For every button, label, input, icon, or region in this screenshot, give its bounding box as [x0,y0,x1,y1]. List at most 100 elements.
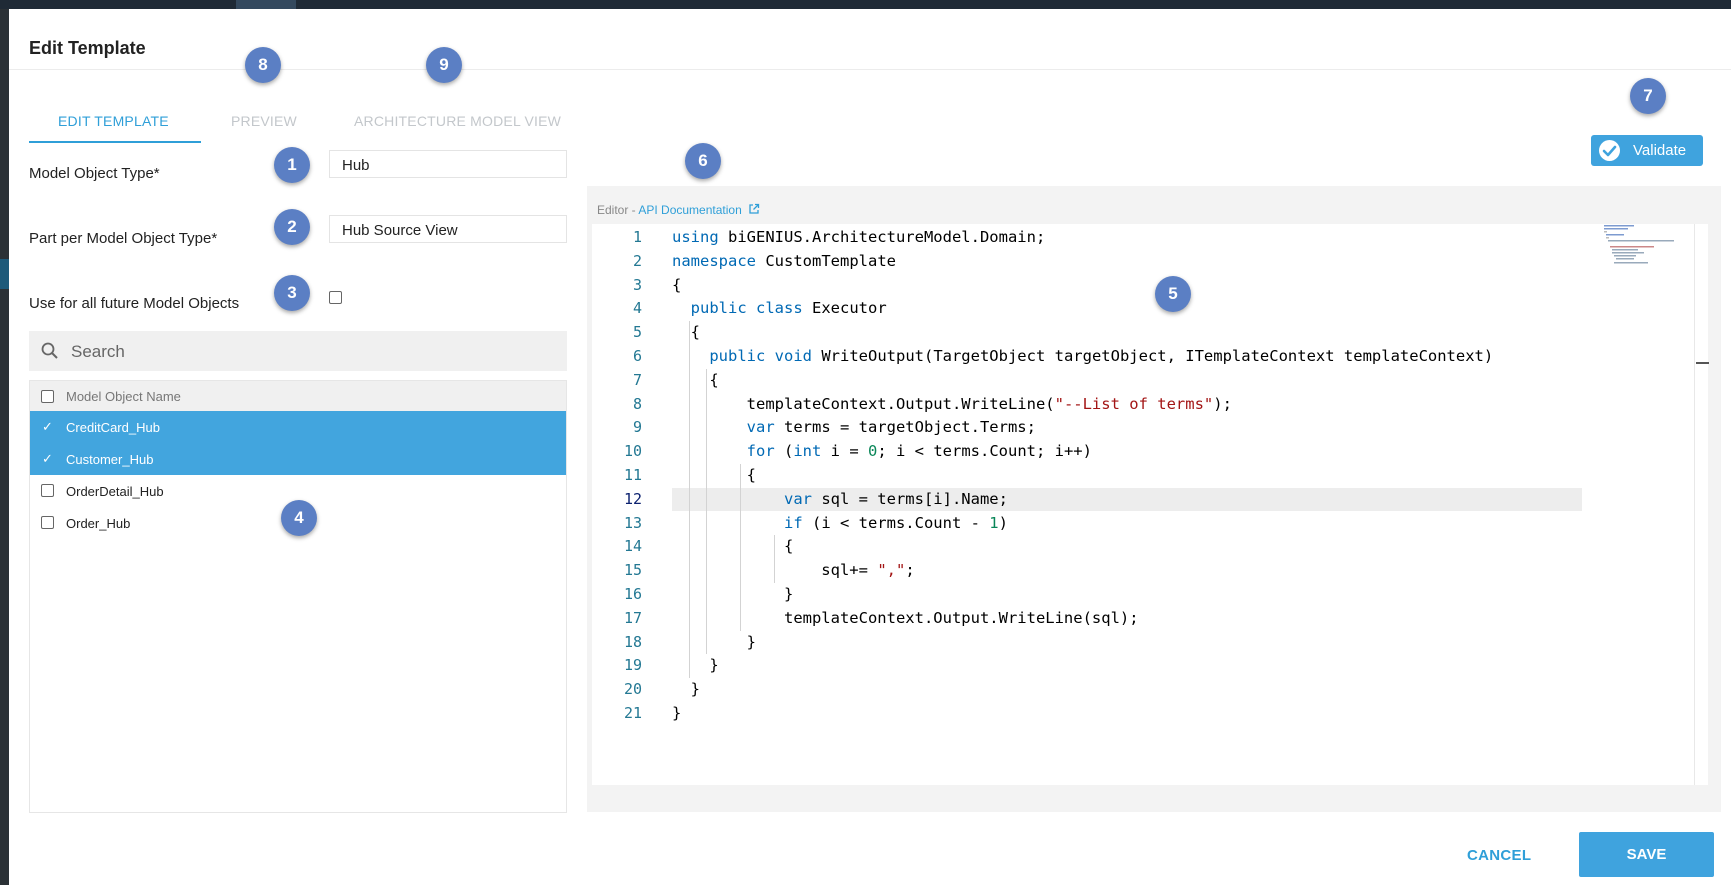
code-line: { [672,370,719,389]
line-number: 9 [632,418,642,437]
model-object-list: Model Object Name ✓ CreditCard_Hub ✓ Cus… [29,380,567,813]
validate-check-icon [1599,140,1620,161]
app-topbar [0,0,1731,9]
line-number: 7 [632,370,642,389]
code-line: public void WriteOutput(TargetObject tar… [709,347,1494,365]
check-icon[interactable]: ✓ [42,451,53,467]
annotation-badge-9: 9 [426,47,462,83]
editor-scrollbar[interactable] [1694,224,1709,785]
indent-guide [774,535,775,583]
indent-guide [706,368,707,655]
code-line: templateContext.Output.WriteLine(sql); [672,608,1139,627]
list-item-checkbox[interactable] [41,484,54,497]
line-number: 12 [623,489,642,508]
dialog-title: Edit Template [29,38,146,58]
line-number: 8 [632,394,642,413]
line-number: 3 [632,275,642,294]
api-documentation-link[interactable]: API Documentation [638,203,741,217]
list-item-creditcard-hub[interactable]: ✓ CreditCard_Hub [30,411,566,443]
line-number: 2 [632,251,642,270]
list-item-label: OrderDetail_Hub [66,484,164,499]
code-editor[interactable]: 1 2 3 4 5 6 7 8 9 10 11 12 13 14 15 16 17 18 19 20 21 [592,224,1709,785]
code-line: sql+= ","; [821,561,915,580]
list-header-label: Model Object Name [66,389,181,404]
code-line: using biGENIUS.ArchitectureModel.Domain; [672,228,1046,246]
code-line: if (i < terms.Count - 1) [783,513,1008,532]
code-line: { [672,323,700,342]
code-line: { [672,275,682,294]
scrollbar-thumb[interactable] [1696,362,1709,364]
code-line: namespace CustomTemplate [672,251,896,270]
code-line: } [672,585,794,603]
line-number: 18 [623,632,642,651]
line-number: 1 [632,228,642,246]
save-button[interactable]: SAVE [1579,832,1714,877]
topbar-active-tab [236,0,296,9]
future-model-objects-label: Use for all future Model Objects [29,295,240,312]
indent-guide [740,464,741,631]
active-tab-indicator [29,141,201,143]
annotation-badge-7: 7 [1630,78,1666,114]
search-icon [41,342,58,359]
code-line: { [672,537,794,556]
list-item-label: Order_Hub [66,516,131,531]
line-number: 10 [623,442,642,461]
validate-label: Validate [1633,142,1687,159]
line-number: 19 [623,656,642,675]
code-line: } [672,656,719,675]
select-all-checkbox[interactable] [41,390,54,403]
line-number: 20 [623,680,642,699]
list-header: Model Object Name [30,381,566,411]
line-number: 21 [623,704,642,722]
cancel-button[interactable]: CANCEL [1467,847,1531,864]
code-line: public class Executor [690,299,887,318]
code-line: for (int i = 0; i < terms.Count; i++) [746,442,1092,461]
line-number-gutter: 1 2 3 4 5 6 7 8 9 10 11 12 13 14 15 16 17 18 19 20 21 [592,224,647,785]
line-number: 4 [632,299,642,318]
code-line: } [672,704,682,722]
line-number: 17 [623,608,642,627]
edit-template-dialog: Edit Template EDIT TEMPLATE PREVIEW ARCH… [9,9,1731,885]
model-object-type-field[interactable]: Hub [329,150,567,178]
tab-edit-template[interactable]: EDIT TEMPLATE [58,113,169,129]
check-icon[interactable]: ✓ [42,419,53,435]
editor-minimap[interactable] [1602,224,1690,268]
code-editor-panel: Editor - API Documentation 1 2 3 4 5 6 7 8 9 10 11… [587,186,1721,812]
annotation-badge-1: 1 [274,147,310,183]
code-line: } [672,680,700,699]
future-model-objects-checkbox[interactable] [329,291,342,304]
model-object-type-label: Model Object Type* [29,165,160,182]
list-item-customer-hub[interactable]: ✓ Customer_Hub [30,443,566,475]
line-number: 14 [623,537,642,556]
backdrop-mark [0,259,9,289]
annotation-badge-3: 3 [274,275,310,311]
external-link-icon[interactable] [748,203,760,215]
validate-button[interactable]: Validate [1591,135,1703,166]
list-item-label: Customer_Hub [66,452,154,467]
annotation-badge-8: 8 [245,47,281,83]
search-input[interactable]: Search [29,331,567,371]
tab-architecture-model-view[interactable]: ARCHITECTURE MODEL VIEW [354,113,561,129]
tab-preview[interactable]: PREVIEW [231,113,297,129]
annotation-badge-4: 4 [281,500,317,536]
list-item-checkbox[interactable] [41,516,54,529]
list-item-label: CreditCard_Hub [66,420,160,435]
code-line: } [672,632,756,651]
line-number: 5 [632,323,642,342]
annotation-badge-6: 6 [685,143,721,179]
code-line: { [672,466,756,484]
code-line: templateContext.Output.WriteLine("--List… [672,394,1232,413]
line-number: 6 [632,347,642,365]
part-per-model-object-type-label: Part per Model Object Type* [29,230,218,247]
line-number: 16 [623,585,642,603]
indent-guide [689,321,690,679]
line-number: 13 [623,513,642,532]
part-per-model-object-type-field[interactable]: Hub Source View [329,215,567,243]
line-number: 15 [623,561,642,580]
line-number: 11 [623,466,642,484]
code-line: var sql = terms[i].Name; [783,489,1008,508]
backdrop-strip [0,9,9,885]
annotation-badge-5: 5 [1155,276,1191,312]
editor-caption-prefix: Editor - [597,203,639,217]
editor-caption: Editor - API Documentation [597,203,760,217]
